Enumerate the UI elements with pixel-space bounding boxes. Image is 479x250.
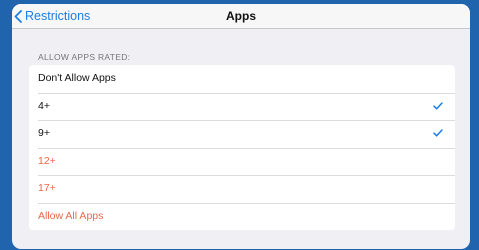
rating-list: Don't Allow Apps 4+ 9+ 12+ 17+ Allow All… xyxy=(29,65,455,230)
rating-option-label: 9+ xyxy=(38,127,50,139)
checkmark-icon xyxy=(433,101,443,110)
navigation-bar: Restrictions Apps xyxy=(12,4,470,29)
page-title: Apps xyxy=(226,9,256,23)
rating-option-dont-allow[interactable]: Don't Allow Apps xyxy=(29,65,455,93)
rating-option-9-plus[interactable]: 9+ xyxy=(29,120,455,148)
section-header: ALLOW APPS RATED: xyxy=(38,52,131,62)
rating-option-4-plus[interactable]: 4+ xyxy=(29,92,455,121)
rating-option-label: Don't Allow Apps xyxy=(38,72,116,84)
rating-option-label: 17+ xyxy=(38,182,56,194)
rating-option-label: Allow All Apps xyxy=(38,209,104,222)
rating-option-12-plus[interactable]: 12+ xyxy=(29,147,455,176)
settings-screen: Restrictions Apps ALLOW APPS RATED: Don'… xyxy=(12,4,470,249)
rating-option-allow-all[interactable]: Allow All Apps xyxy=(29,202,455,231)
rating-option-label: 12+ xyxy=(38,154,56,167)
rating-option-label: 4+ xyxy=(38,99,50,112)
rating-option-17-plus[interactable]: 17+ xyxy=(29,175,455,203)
checkmark-icon xyxy=(433,129,443,137)
